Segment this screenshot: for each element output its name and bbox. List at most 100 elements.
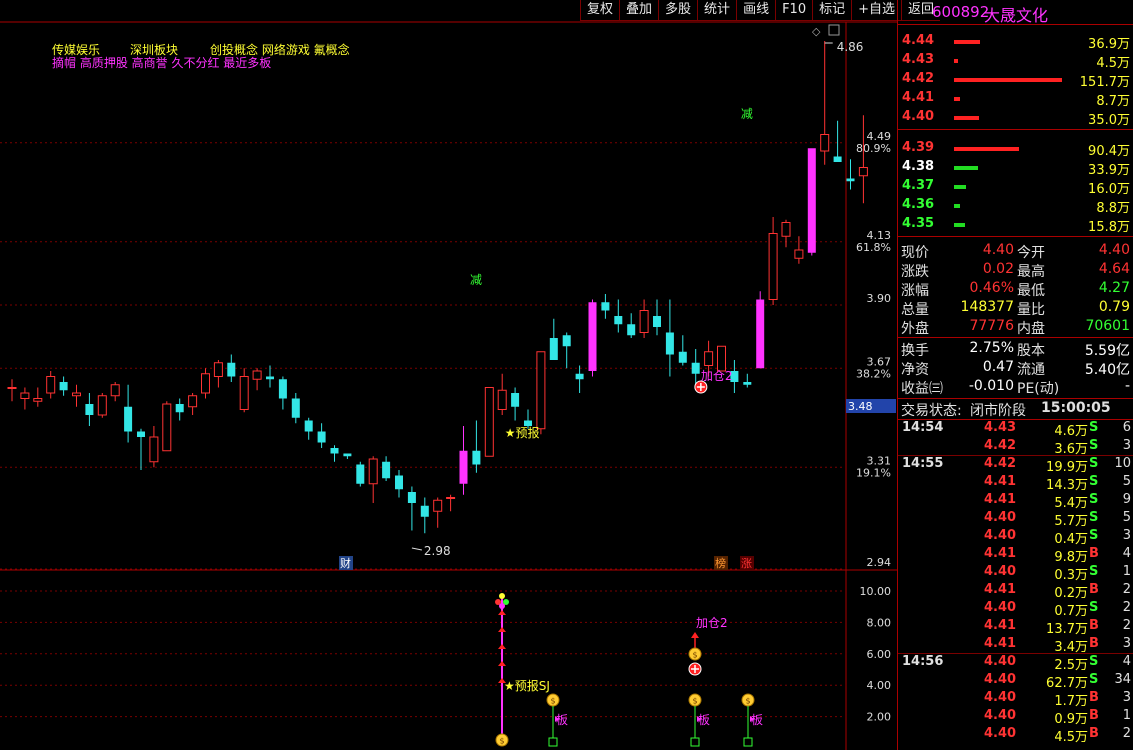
candle (833, 120, 842, 162)
low-price-label: 2.98 (424, 544, 451, 558)
candle (665, 299, 674, 377)
trade-count: 34 (1114, 672, 1131, 687)
up-arrow-icon (498, 644, 506, 649)
money-bag-icon: $ (546, 693, 560, 707)
candle (368, 456, 378, 503)
trade-status-time: 15:00:05 (1041, 400, 1111, 416)
kline-chart[interactable]: ◇4.4980.9%4.1361.8%3.903.6738.2%3.3119.1… (0, 0, 897, 750)
quote-label: PE(动) (1017, 381, 1060, 397)
trade-row: 14:54 4.43 4.6万 S 6 (898, 420, 1133, 439)
trade-price: 4.43 (984, 420, 1017, 435)
toolbar-button-7[interactable]: +自选 (851, 0, 902, 21)
toolbar-button-6[interactable]: 标记 (812, 0, 852, 21)
candle (137, 428, 145, 470)
up-arrow-icon (498, 627, 506, 632)
candle (97, 393, 107, 418)
candle (794, 236, 804, 264)
candle (291, 393, 300, 424)
bid-row: 4.38 33.9万 (898, 158, 1133, 178)
quote-panel: 600892 大晟文化 4.44 36.9万 4.43 4.5万 4.42 151.7万 4… (897, 0, 1133, 750)
trade-price: 4.40 (984, 726, 1017, 741)
trade-count: 2 (1122, 600, 1131, 615)
quote-label: 涨跌 (901, 264, 929, 280)
toolbar-button-0[interactable]: 复权 (580, 0, 620, 21)
bid-volume-bar (954, 147, 1019, 151)
trade-row: 4.40 0.7万 S 2 (898, 600, 1133, 619)
trade-count: 2 (1122, 726, 1131, 741)
toolbar-button-4[interactable]: 画线 (736, 0, 776, 21)
quote-value: 77776 (969, 318, 1014, 334)
sub-forecast-label: ★预报SJ (504, 678, 550, 693)
bid-price: 4.38 (902, 159, 935, 174)
bid-volume: 90.4万 (1088, 144, 1130, 159)
quote-label: 外盘 (901, 321, 929, 337)
trade-count: 9 (1122, 492, 1131, 507)
trade-row: 4.40 62.7万 S 34 (898, 672, 1133, 691)
quote-row: 总量 148377 量比 0.79 (898, 298, 1133, 318)
trade-price: 4.40 (984, 600, 1017, 615)
ask-row: 4.43 4.5万 (898, 51, 1133, 71)
svg-text:$: $ (499, 737, 504, 746)
signal-box-icon (743, 737, 753, 747)
stock-header: 600892 大晟文化 (898, 0, 1133, 25)
toolbar-button-2[interactable]: 多股 (658, 0, 698, 21)
candle (807, 148, 816, 256)
trade-volume: 4.6万 (1054, 424, 1088, 439)
toolbar-button-1[interactable]: 叠加 (619, 0, 659, 21)
candle (575, 365, 584, 393)
candle (588, 299, 597, 377)
quote-value: 4.40 (1098, 242, 1130, 258)
trade-time: 14:54 (902, 420, 944, 435)
candle (72, 384, 81, 407)
candle (846, 159, 855, 190)
bid-price: 4.36 (902, 197, 935, 212)
quote-value: 0.79 (1098, 299, 1130, 315)
candle (162, 401, 172, 452)
trade-price: 4.40 (984, 690, 1017, 705)
trade-side: S (1089, 492, 1099, 507)
quote-label: 涨幅 (901, 283, 929, 299)
money-bag-icon: $ (688, 647, 702, 661)
trade-volume: 9.8万 (1054, 550, 1088, 565)
trade-count: 2 (1122, 582, 1131, 597)
up-arrow-icon (498, 661, 506, 666)
trade-side: S (1089, 474, 1099, 489)
cursor-price-label: 3.48 (848, 400, 873, 413)
candle (317, 423, 326, 448)
concept-tag-risk[interactable]: 摘帽 高质押股 高商誉 久不分红 最近多板 (52, 54, 271, 71)
quote-label: 换手 (901, 343, 929, 359)
candle (484, 387, 494, 457)
candle (407, 486, 416, 531)
candle (627, 313, 636, 338)
quote-row: 净资 0.47 流通 5.40亿 (898, 358, 1133, 378)
trade-side: B (1089, 636, 1099, 651)
trade-side: S (1089, 456, 1099, 471)
trade-count: 3 (1122, 690, 1131, 705)
cluster-dot-icon (499, 593, 505, 599)
trade-side: S (1089, 510, 1099, 525)
ask-row: 4.44 36.9万 (898, 32, 1133, 52)
trade-price: 4.41 (984, 546, 1017, 561)
trade-price: 4.40 (984, 510, 1017, 525)
candle (433, 497, 443, 528)
price-axis-label: 2.94 (867, 556, 892, 569)
money-bag-icon: $ (688, 693, 702, 707)
quote-row: 换手 2.75% 股本 5.59亿 (898, 339, 1133, 359)
ask-volume: 35.0万 (1088, 113, 1130, 128)
trade-side: B (1089, 546, 1099, 561)
quote-row: 现价 4.40 今开 4.40 (898, 241, 1133, 261)
pct-axis-label: 61.8% (856, 241, 891, 254)
candle (536, 351, 546, 435)
ask-row: 4.40 35.0万 (898, 108, 1133, 128)
trade-row: 14:55 4.42 19.9万 S 10 (898, 455, 1133, 475)
toolbar-button-3[interactable]: 统计 (697, 0, 737, 21)
trade-volume: 14.3万 (1046, 478, 1088, 493)
toolbar-button-5[interactable]: F10 (775, 0, 813, 21)
svg-text:$: $ (745, 697, 750, 706)
quote-label: 现价 (901, 245, 929, 261)
trade-status-value: 闭市阶段 (970, 403, 1026, 419)
trade-volume: 4.5万 (1054, 730, 1088, 745)
candle (239, 368, 249, 413)
candle (33, 387, 43, 407)
candle (7, 379, 17, 402)
